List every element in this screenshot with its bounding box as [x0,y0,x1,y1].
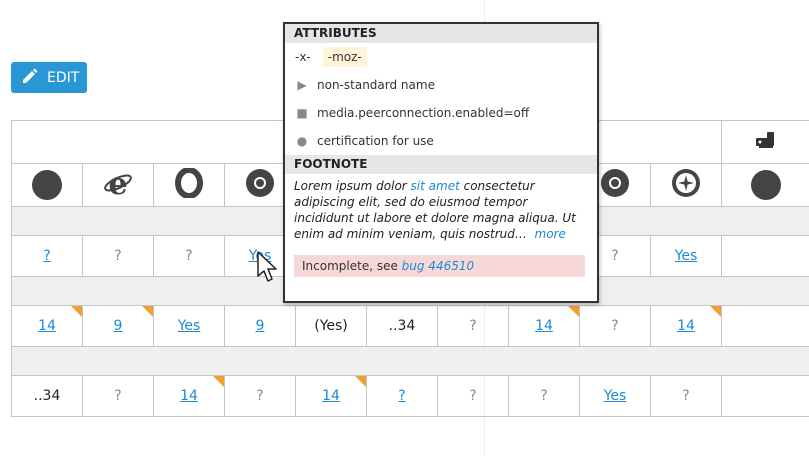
support-value: ? [682,388,690,404]
certification-label: certification for use [317,134,434,148]
support-value: ..34 [388,318,416,334]
cell-r2-c5: (Yes) [295,305,367,347]
cell-r1-c2: ? [82,235,154,277]
support-value[interactable]: Yes [675,248,698,264]
cell-r3-c4: ? [224,375,296,417]
firefox-node-icon [751,170,782,200]
cell-r3-c2: ? [82,375,154,417]
prefix-row: -x- -moz- [285,43,597,71]
support-value[interactable]: 9 [256,318,265,334]
circle-icon: ● [296,134,308,148]
support-value: ? [611,318,619,334]
table-row: ..34 ? 14 ? 14 ? ? ? Yes ? [11,375,809,417]
svg-text:e: e [108,168,127,198]
cell-r1-c11 [721,235,809,277]
prefix-x: -x- [295,50,311,64]
chrome-icon [245,169,275,202]
server-header [721,120,809,164]
support-value: ? [469,388,477,404]
cell-r2-c9: ? [579,305,651,347]
ie-icon: e [103,167,133,202]
pref-label: media.peerconnection.enabled=off [317,106,530,120]
footnote-heading: FOOTNOTE [285,155,597,174]
support-value: ? [114,248,122,264]
support-value[interactable]: 9 [114,318,123,334]
cell-r3-c3[interactable]: 14 [153,375,225,417]
cell-r3-c7: ? [437,375,509,417]
browser-node-firefox [721,163,809,207]
cell-r2-c10[interactable]: 14 [649,305,723,347]
browser-opera [153,163,225,207]
certification-row: ● certification for use [285,127,597,155]
cell-r2-c7: ? [437,305,509,347]
pencil-icon [21,67,39,89]
more-link[interactable]: more [535,227,566,241]
support-value[interactable]: Yes [178,318,201,334]
firefox-icon [32,170,62,200]
browser-firefox [11,163,83,207]
support-value[interactable]: ? [43,248,50,264]
support-value[interactable]: 14 [322,388,340,404]
support-value: ? [611,248,619,264]
cell-r1-c3: ? [153,235,225,277]
attributes-heading: ATTRIBUTES [285,24,597,43]
cell-r3-c8: ? [508,375,580,417]
triangle-icon: ▶ [297,78,307,92]
cell-r2-c2[interactable]: 9 [82,305,154,347]
nonstandard-row: ▶ non-standard name [285,71,597,99]
edit-label: EDIT [47,69,80,86]
cell-r2-c3[interactable]: Yes [153,305,225,347]
support-tooltip: ATTRIBUTES -x- -moz- ▶ non-standard name… [283,22,599,303]
prefix-moz: -moz- [322,47,367,67]
support-value[interactable]: 14 [535,318,553,334]
footnote-text: Lorem ipsum dolor sit amet consectetur a… [285,174,597,246]
edit-button[interactable]: EDIT [11,62,87,93]
support-value: ? [114,388,122,404]
cell-r3-c6[interactable]: ? [366,375,438,417]
support-value[interactable]: 14 [677,318,695,334]
cell-r2-c6: ..34 [366,305,438,347]
support-value: ? [469,318,477,334]
cell-r3-c5[interactable]: 14 [295,375,367,417]
support-value: ..34 [33,388,61,404]
cell-r3-c1: ..34 [11,375,83,417]
browser-ie: e [82,163,154,207]
square-icon: ■ [296,106,308,120]
cell-r3-c9[interactable]: Yes [579,375,651,417]
cell-r3-c10: ? [649,375,723,417]
cell-r3-c11 [721,375,809,417]
bug-link[interactable]: bug 446510 [402,259,474,273]
opera-icon [174,167,204,202]
cell-r2-c4[interactable]: 9 [224,305,296,347]
browser-safari [649,163,723,207]
cell-r2-c11 [721,305,809,347]
support-value[interactable]: 14 [180,388,198,404]
nonstandard-label: non-standard name [317,78,435,92]
footnote-part: Lorem ipsum dolor [294,179,411,193]
incomplete-text: Incomplete, see [302,259,402,273]
support-value: ? [256,388,264,404]
support-value[interactable]: Yes [604,388,627,404]
table-row: 14 9 Yes 9 (Yes) ..34 ? 14 ? 14 [11,305,809,347]
support-value: ? [540,388,548,404]
support-value[interactable]: ? [398,388,405,404]
support-value: (Yes) [314,318,348,334]
footnote-link[interactable]: sit amet [411,179,460,193]
cell-r2-c1[interactable]: 14 [11,305,83,347]
cell-r2-c8[interactable]: 14 [508,305,580,347]
support-value: ? [185,248,193,264]
safari-icon [671,169,701,202]
section-divider [10,346,809,376]
pref-row: ■ media.peerconnection.enabled=off [285,99,597,127]
support-value[interactable]: 14 [38,318,56,334]
chrome-android-icon [600,169,630,202]
mouse-cursor-icon [256,250,278,288]
incomplete-notice: Incomplete, see bug 446510 [294,255,585,277]
server-icon [754,132,778,154]
cell-r1-c10[interactable]: Yes [649,235,723,277]
cell-r1-c1[interactable]: ? [11,235,83,277]
